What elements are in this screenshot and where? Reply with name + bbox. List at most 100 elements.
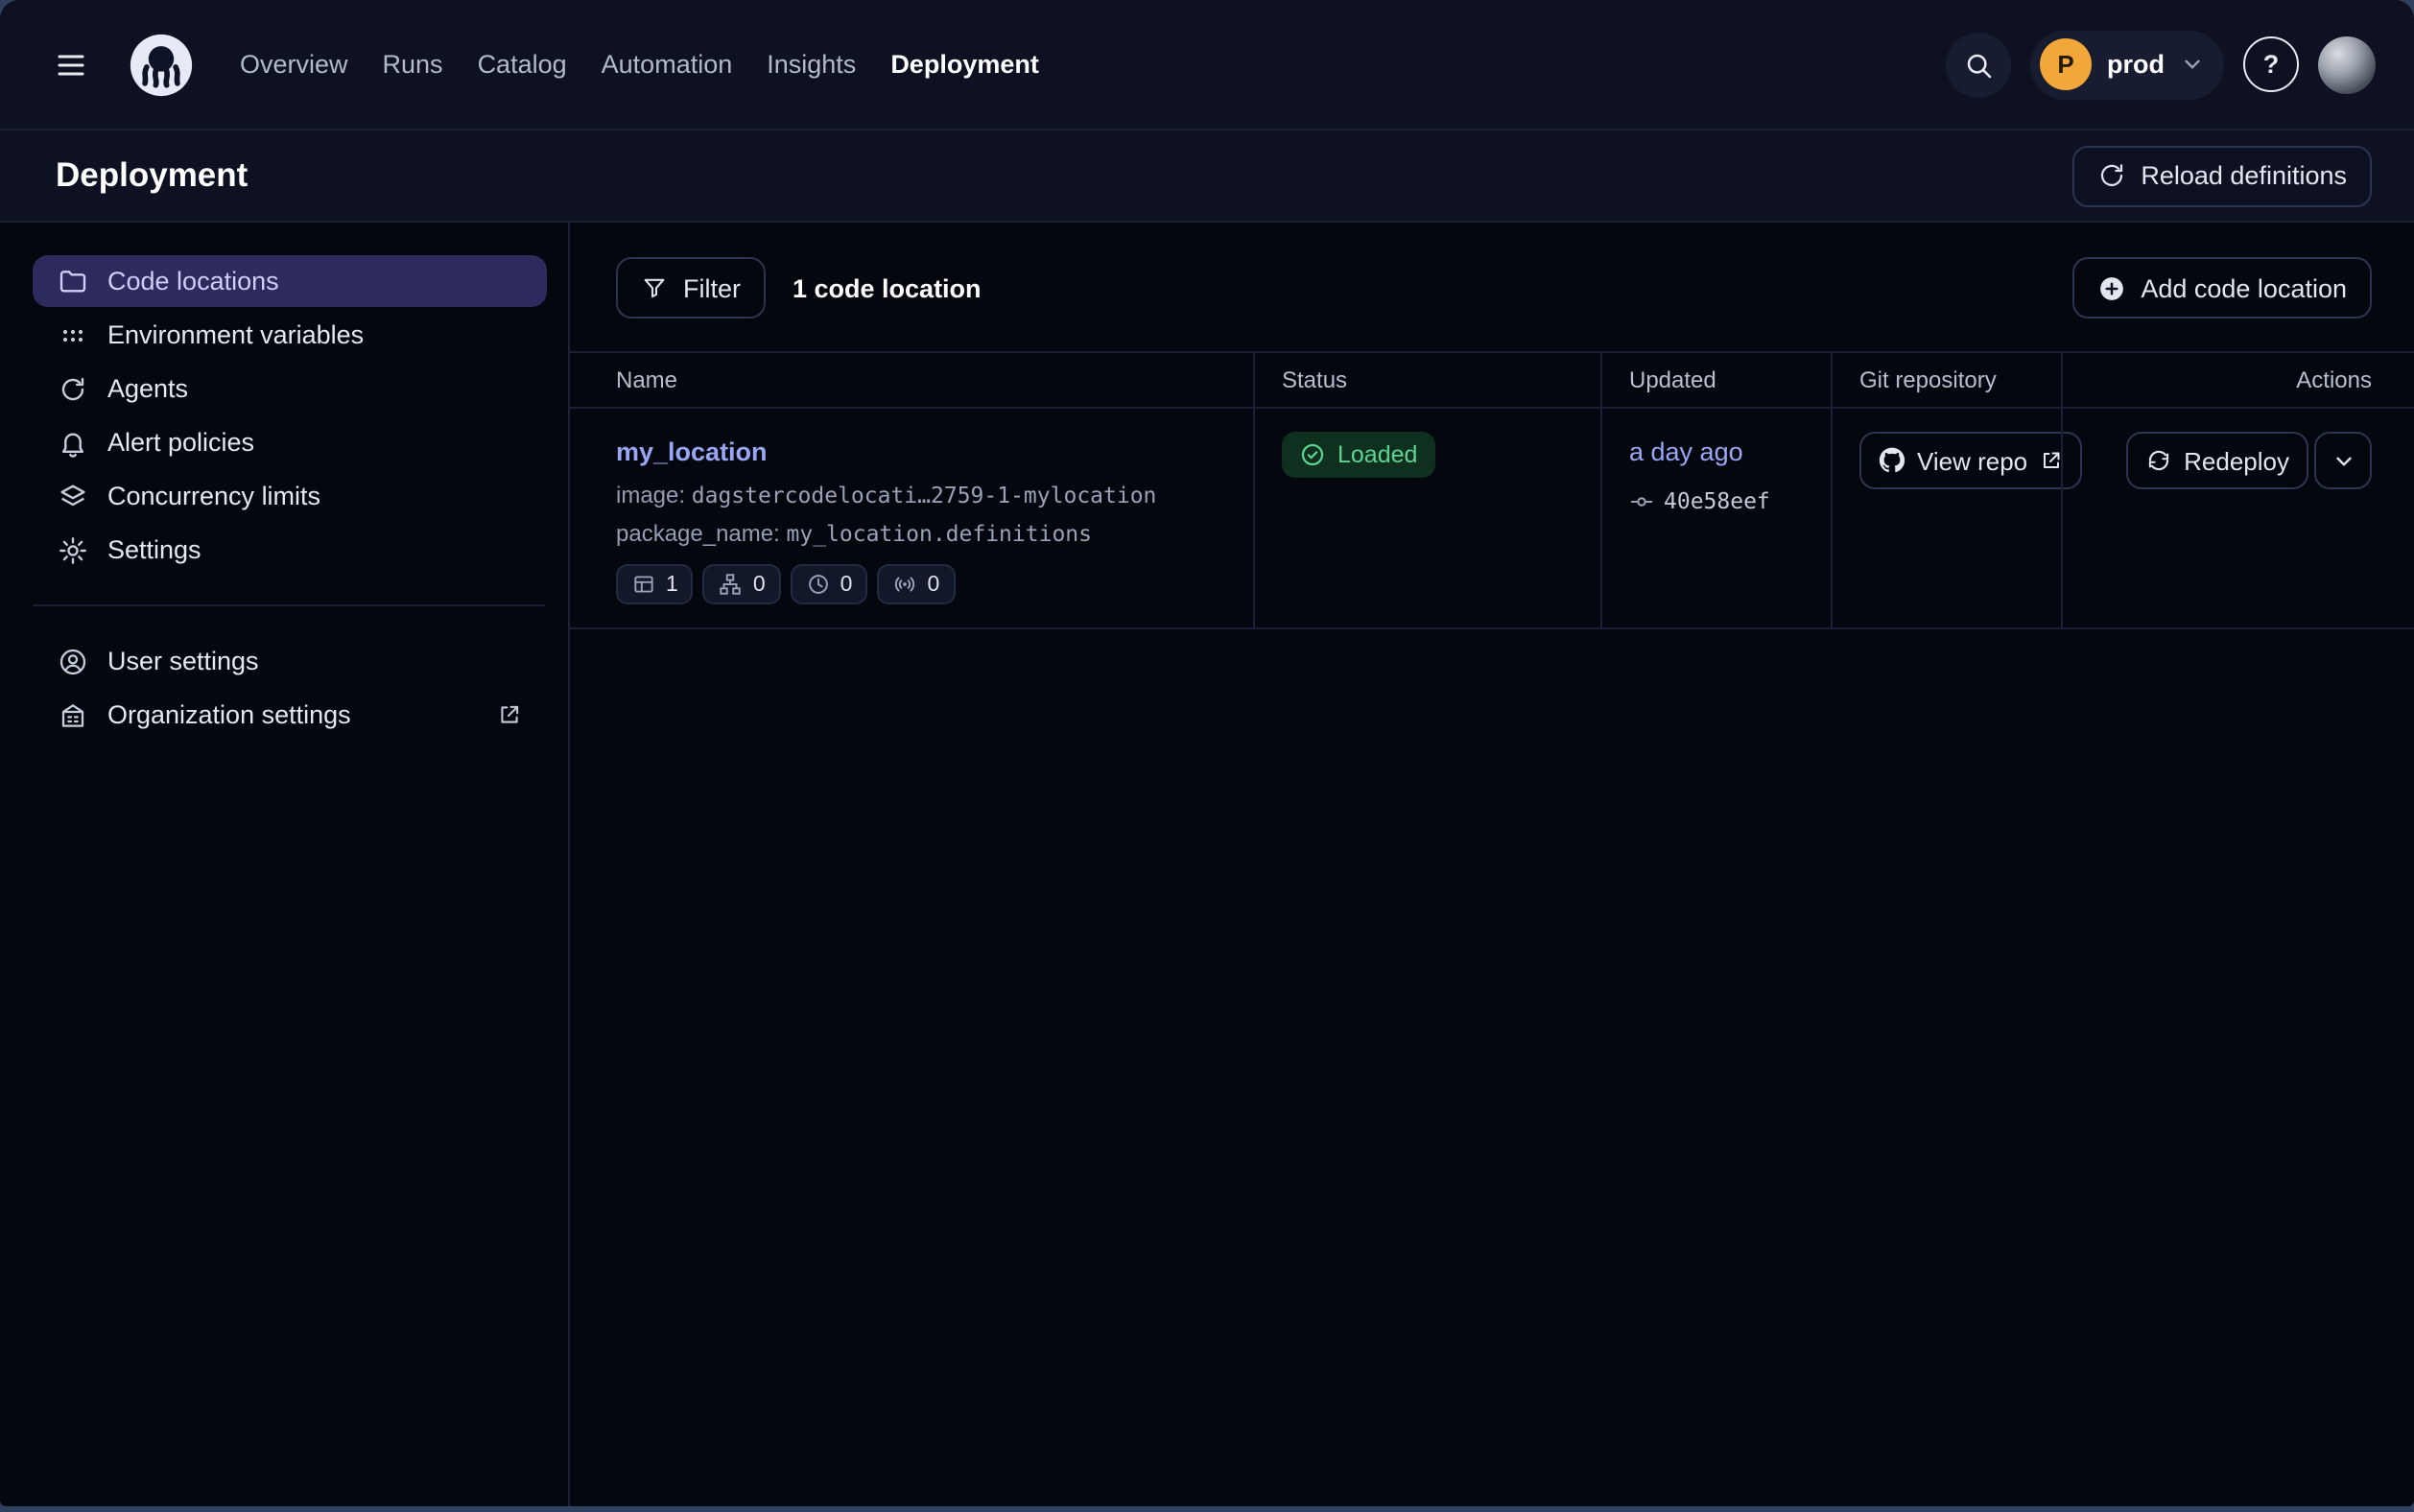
page-header: Deployment Reload definitions bbox=[0, 130, 2414, 223]
sidebar-item-organization-settings[interactable]: Organization settings bbox=[33, 689, 547, 741]
commit-hash: 40e58eef bbox=[1664, 487, 1770, 514]
content: Code locations Environment variables Age… bbox=[0, 223, 2414, 1506]
code-location-count: 1 code location bbox=[793, 273, 982, 302]
gear-icon bbox=[58, 534, 88, 565]
check-circle-icon bbox=[1299, 441, 1326, 468]
sidebar-item-concurrency-limits[interactable]: Concurrency limits bbox=[33, 470, 547, 522]
image-value: dagstercodelocati…2759-1-mylocation bbox=[692, 482, 1157, 508]
sidebar-item-environment-variables[interactable]: Environment variables bbox=[33, 309, 547, 361]
add-code-location-label: Add code location bbox=[2141, 273, 2347, 302]
external-link-icon bbox=[2039, 449, 2062, 472]
help-button[interactable]: ? bbox=[2243, 36, 2299, 92]
reload-definitions-button[interactable]: Reload definitions bbox=[2071, 145, 2372, 206]
deployment-switcher[interactable]: P prod bbox=[2030, 30, 2224, 99]
agents-icon bbox=[58, 373, 88, 404]
sidebar-item-alert-policies[interactable]: Alert policies bbox=[33, 416, 547, 468]
sidebar-item-code-locations[interactable]: Code locations bbox=[33, 255, 547, 307]
column-header-name: Name bbox=[570, 353, 1253, 407]
sidebar: Code locations Environment variables Age… bbox=[0, 223, 570, 1506]
sidebar-item-label: Organization settings bbox=[107, 700, 351, 729]
graph-icon bbox=[719, 572, 744, 597]
nav-link-catalog[interactable]: Catalog bbox=[461, 35, 584, 94]
sidebar-item-label: Settings bbox=[107, 535, 201, 564]
sensors-count: 0 bbox=[927, 573, 939, 596]
jobs-count-badge: 1 bbox=[616, 564, 694, 604]
view-repo-button[interactable]: View repo bbox=[1859, 432, 2081, 489]
search-icon bbox=[1963, 49, 1994, 80]
redeploy-menu-button[interactable] bbox=[2314, 432, 2372, 489]
table-header: Name Status Updated Git repository Actio… bbox=[570, 351, 2414, 409]
plus-circle-icon bbox=[2096, 273, 2125, 302]
image-label: image: bbox=[616, 482, 685, 508]
image-meta-line: image: dagstercodelocati…2759-1-mylocati… bbox=[616, 482, 1226, 508]
sidebar-item-label: Code locations bbox=[107, 267, 279, 295]
sidebar-divider bbox=[33, 604, 545, 606]
commit-icon bbox=[1629, 488, 1654, 513]
sidebar-item-label: User settings bbox=[107, 647, 259, 675]
primary-nav: Overview Runs Catalog Automation Insight… bbox=[223, 35, 1056, 94]
sensor-icon bbox=[892, 572, 917, 597]
toolbar: Filter 1 code location Add code location bbox=[570, 223, 2414, 319]
filter-button[interactable]: Filter bbox=[616, 257, 766, 319]
code-locations-table: Name Status Updated Git repository Actio… bbox=[570, 351, 2414, 629]
column-header-status: Status bbox=[1253, 353, 1600, 407]
top-nav: Overview Runs Catalog Automation Insight… bbox=[0, 0, 2414, 130]
bell-icon bbox=[58, 427, 88, 458]
search-button[interactable] bbox=[1946, 32, 2011, 97]
updated-time-link[interactable]: a day ago bbox=[1629, 437, 1743, 466]
sidebar-item-label: Environment variables bbox=[107, 320, 364, 349]
nav-link-automation[interactable]: Automation bbox=[584, 35, 750, 94]
sensors-count-badge: 0 bbox=[877, 564, 955, 604]
user-avatar[interactable] bbox=[2318, 35, 2376, 93]
page-title: Deployment bbox=[56, 155, 248, 196]
building-icon bbox=[58, 699, 88, 730]
external-link-icon bbox=[497, 702, 522, 727]
sidebar-item-user-settings[interactable]: User settings bbox=[33, 635, 547, 687]
sidebar-item-label: Alert policies bbox=[107, 428, 254, 457]
count-badges: 1 0 bbox=[616, 564, 1226, 604]
schedules-count: 0 bbox=[840, 573, 853, 596]
sidebar-item-settings[interactable]: Settings bbox=[33, 524, 547, 576]
environment-variables-icon bbox=[58, 319, 88, 350]
main-panel: Filter 1 code location Add code location… bbox=[570, 223, 2414, 1506]
table-row: my_location image: dagstercodelocati…275… bbox=[570, 409, 2414, 629]
dagster-logo[interactable] bbox=[129, 32, 194, 97]
layers-icon bbox=[58, 481, 88, 511]
help-icon: ? bbox=[2263, 50, 2280, 79]
chevron-down-icon bbox=[2331, 448, 2355, 473]
nav-link-runs[interactable]: Runs bbox=[366, 35, 461, 94]
sidebar-item-agents[interactable]: Agents bbox=[33, 363, 547, 414]
nav-link-insights[interactable]: Insights bbox=[749, 35, 873, 94]
add-code-location-button[interactable]: Add code location bbox=[2071, 257, 2372, 319]
package-value: my_location.definitions bbox=[787, 520, 1093, 547]
hamburger-menu-button[interactable] bbox=[38, 32, 104, 97]
redeploy-label: Redeploy bbox=[2184, 446, 2289, 475]
sidebar-item-label: Agents bbox=[107, 374, 188, 403]
view-repo-label: View repo bbox=[1917, 446, 2027, 475]
filter-label: Filter bbox=[683, 273, 741, 302]
nav-link-overview[interactable]: Overview bbox=[223, 35, 366, 94]
deployment-name: prod bbox=[2107, 50, 2165, 79]
column-header-updated: Updated bbox=[1600, 353, 1831, 407]
status-label: Loaded bbox=[1337, 441, 1417, 468]
redeploy-button[interactable]: Redeploy bbox=[2126, 432, 2308, 489]
code-location-name-link[interactable]: my_location bbox=[616, 437, 768, 466]
filter-icon bbox=[641, 274, 668, 301]
clock-icon bbox=[806, 572, 831, 597]
column-header-git-repository: Git repository bbox=[1831, 353, 2061, 407]
status-badge: Loaded bbox=[1282, 432, 1434, 478]
git-repository-cell: View repo bbox=[1831, 409, 2061, 627]
status-cell: Loaded bbox=[1253, 409, 1600, 627]
hamburger-icon bbox=[54, 47, 88, 82]
sidebar-item-label: Concurrency limits bbox=[107, 482, 320, 510]
app-window: Overview Runs Catalog Automation Insight… bbox=[0, 0, 2414, 1506]
person-circle-icon bbox=[58, 646, 88, 676]
schedules-count-badge: 0 bbox=[791, 564, 868, 604]
asset-groups-count: 0 bbox=[753, 573, 766, 596]
reload-icon bbox=[2096, 161, 2125, 190]
nav-link-deployment[interactable]: Deployment bbox=[873, 35, 1056, 94]
commit-line: 40e58eef bbox=[1629, 487, 1804, 514]
sync-icon bbox=[2145, 447, 2172, 474]
github-icon bbox=[1879, 447, 1905, 474]
deployment-avatar: P bbox=[2040, 38, 2092, 90]
